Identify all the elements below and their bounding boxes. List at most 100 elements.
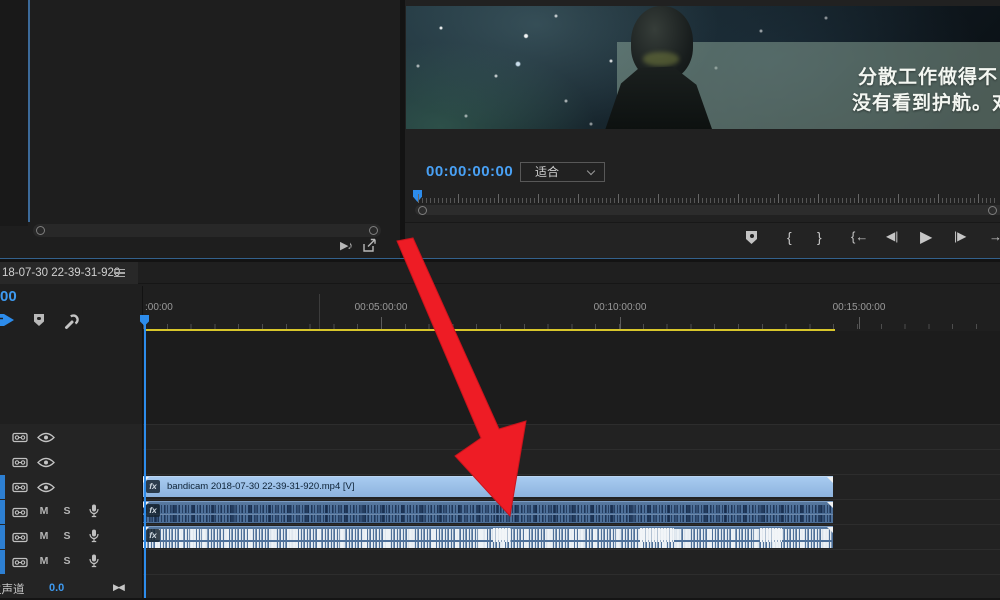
- ruler-label: :00:00: [145, 302, 173, 313]
- go-to-in-button[interactable]: {←: [851, 229, 868, 244]
- toggle-track-output-eye-icon[interactable]: [37, 432, 55, 443]
- work-area-bar[interactable]: [145, 329, 835, 331]
- export-frame-icon[interactable]: [362, 238, 378, 253]
- voiceover-mic-icon[interactable]: [89, 529, 99, 543]
- source-panel: ▶♪: [0, 0, 400, 258]
- solo-button[interactable]: S: [61, 530, 73, 542]
- master-track-header: 主声道 0.0 ▶◀: [0, 574, 142, 598]
- fx-badge: fx: [146, 504, 160, 517]
- step-forward-button[interactable]: |▶: [954, 229, 966, 243]
- track-header-v1: [0, 474, 142, 499]
- mark-in-button[interactable]: {: [787, 229, 792, 245]
- timeline-panel: 18-07-30 22-39-31-920 00: [0, 262, 1000, 600]
- fx-badge: fx: [146, 480, 160, 493]
- track-header-a2: M S: [0, 524, 142, 549]
- zoombar-right-handle[interactable]: [988, 206, 997, 215]
- play-audio-icon[interactable]: ▶♪: [340, 239, 352, 252]
- ruler-label: 00:10:00:00: [594, 302, 647, 313]
- time-ruler[interactable]: [143, 317, 1000, 329]
- subtitle-line-1: 分散工作做得不: [858, 62, 998, 89]
- solo-button[interactable]: S: [61, 555, 73, 567]
- ruler-gridline: [319, 294, 320, 329]
- go-to-out-button[interactable]: →: [989, 229, 1000, 244]
- audio-waveform: [143, 515, 832, 522]
- bowtie-keyframe-icon[interactable]: ▶◀: [113, 582, 123, 593]
- audio-waveform: [143, 542, 832, 548]
- timeline-marker-icon[interactable]: [34, 314, 44, 326]
- sync-lock-icon[interactable]: [12, 431, 28, 443]
- track-header-a3: M S: [0, 549, 142, 574]
- toggle-track-output-eye-icon[interactable]: [37, 457, 55, 468]
- zoom-level-value: 适合: [535, 165, 559, 179]
- fx-badge: fx: [146, 529, 160, 542]
- empty-track-space: [143, 331, 1000, 424]
- sync-lock-icon[interactable]: [12, 456, 28, 468]
- program-zoom-scrollbar[interactable]: [415, 205, 1000, 215]
- major-tick: [859, 317, 860, 329]
- waveform-spike: [760, 528, 782, 542]
- transport-bar: { } {← ◀| ▶ |▶ →: [405, 222, 1000, 258]
- track-header-column: M S M S: [0, 424, 142, 598]
- zoom-level-select[interactable]: 适合: [520, 162, 605, 182]
- subtitle-line-2: 没有看到护航。对: [852, 88, 1000, 115]
- master-track-label: 主声道: [0, 581, 25, 597]
- horizontal-scrollbar[interactable]: [33, 224, 381, 237]
- step-back-button[interactable]: ◀|: [886, 229, 898, 243]
- major-tick: [620, 317, 621, 329]
- scrollbar-left-handle[interactable]: [36, 226, 45, 235]
- video-preview: 分散工作做得不 没有看到护航。对: [406, 6, 1000, 129]
- mark-out-button[interactable]: }: [817, 229, 822, 245]
- sync-lock-icon[interactable]: [12, 531, 28, 543]
- toggle-track-output-eye-icon[interactable]: [37, 482, 55, 493]
- source-targeting-strip[interactable]: [0, 550, 5, 574]
- chevron-down-icon: [587, 167, 595, 175]
- source-targeting-strip[interactable]: [0, 500, 5, 524]
- master-volume-value[interactable]: 0.0: [49, 582, 64, 594]
- mute-button[interactable]: M: [38, 555, 50, 567]
- program-monitor: 分散工作做得不 没有看到护航。对 00:00:00:00 适合 { } {←: [405, 0, 1000, 258]
- audio-clip-a2[interactable]: fx: [143, 526, 833, 548]
- track-header-v2: [0, 449, 142, 474]
- zoombar-left-handle[interactable]: [418, 206, 427, 215]
- panel-divider-vertical[interactable]: [400, 0, 405, 258]
- source-targeting-strip[interactable]: [0, 525, 5, 549]
- sync-lock-icon[interactable]: [12, 506, 28, 518]
- sequence-tab-title: 18-07-30 22-39-31-920: [2, 267, 120, 279]
- voiceover-mic-icon[interactable]: [89, 554, 99, 568]
- track-header-a1: M S: [0, 499, 142, 524]
- solo-button[interactable]: S: [61, 505, 73, 517]
- play-button[interactable]: ▶: [920, 227, 932, 247]
- audio-clip-a1[interactable]: fx: [143, 501, 833, 523]
- timeline-timecode[interactable]: 00: [0, 288, 17, 305]
- panel-menu-icon[interactable]: [114, 269, 125, 277]
- ruler-label: 00:15:00:00: [833, 302, 886, 313]
- helmet-visor: [643, 52, 679, 66]
- marker-icon: [746, 231, 757, 244]
- video-clip[interactable]: fx bandicam 2018-07-30 22-39-31-920.mp4 …: [143, 476, 833, 497]
- clip-end-notch: [827, 477, 833, 483]
- source-targeting-strip[interactable]: [0, 475, 5, 499]
- program-mini-ruler[interactable]: [418, 194, 998, 203]
- mute-button[interactable]: M: [38, 505, 50, 517]
- program-timecode[interactable]: 00:00:00:00: [426, 163, 513, 180]
- add-marker-button[interactable]: [746, 231, 757, 244]
- timeline-content: :00:00 00:05:00:00 00:10:00:00 00:15:00:…: [143, 262, 1000, 600]
- timeline-settings-wrench-icon[interactable]: [62, 312, 80, 330]
- sync-lock-icon[interactable]: [12, 556, 28, 568]
- channel-separator: [143, 514, 833, 515]
- ruler-label: 00:05:00:00: [355, 302, 408, 313]
- snap-icon[interactable]: [0, 312, 16, 328]
- panel-focus-border: [28, 0, 30, 222]
- source-panel-side-column: [0, 0, 28, 226]
- timeline-playhead-line[interactable]: [144, 317, 146, 598]
- major-tick: [381, 317, 382, 329]
- mute-button[interactable]: M: [38, 530, 50, 542]
- waveform-spike: [493, 528, 511, 542]
- waveform-spike: [640, 528, 674, 542]
- sync-lock-icon[interactable]: [12, 481, 28, 493]
- voiceover-mic-icon[interactable]: [89, 504, 99, 518]
- audio-waveform: [143, 505, 832, 513]
- scrollbar-right-handle[interactable]: [369, 226, 378, 235]
- premiere-app: ▶♪ 分散工作做得不 没有看到护航。对 00:00:00:00 适合: [0, 0, 1000, 600]
- track-header-v3: [0, 424, 142, 449]
